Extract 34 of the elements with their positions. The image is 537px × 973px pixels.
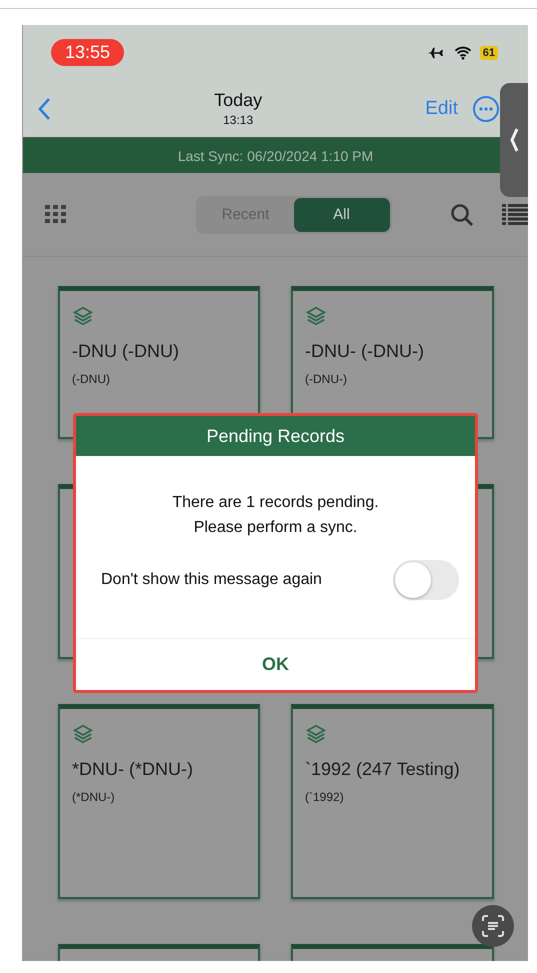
record-card[interactable]: *DNU- (*DNU-) (*DNU-) xyxy=(58,704,260,899)
layers-icon xyxy=(305,305,327,327)
dialog-message: There are 1 records pending. Please perform a sync. xyxy=(171,493,380,538)
layers-icon xyxy=(305,723,327,745)
card-title: -DNU- (-DNU-) xyxy=(305,341,425,362)
grid-icon[interactable] xyxy=(45,204,67,224)
back-icon[interactable] xyxy=(37,96,51,120)
dialog-title: Pending Records xyxy=(76,416,475,456)
last-sync-text: Last Sync: 06/20/2024 1:10 PM xyxy=(178,148,374,164)
more-icon[interactable] xyxy=(472,94,500,122)
scan-text-icon xyxy=(482,915,504,937)
layers-icon xyxy=(72,305,94,327)
card-title: *DNU- (*DNU-) xyxy=(72,759,194,780)
battery-level: 61 xyxy=(480,46,498,60)
toggle-switch[interactable] xyxy=(393,560,459,600)
toggle-label: Don't show this message again xyxy=(101,571,322,589)
card-title: `1992 (247 Testing) xyxy=(305,759,461,780)
search-icon[interactable] xyxy=(450,202,474,226)
layers-icon xyxy=(72,723,94,745)
card-subtitle: (-DNU-) xyxy=(305,372,348,386)
status-time: 13:55 xyxy=(51,39,124,66)
list-icon[interactable] xyxy=(502,204,528,226)
wifi-icon xyxy=(454,46,472,60)
card-subtitle: (`1992) xyxy=(305,790,345,804)
segment-tab[interactable]: All xyxy=(294,198,390,232)
scan-button[interactable] xyxy=(472,905,514,947)
nav-subtitle: 13:13 xyxy=(223,113,254,127)
card-subtitle: (*DNU-) xyxy=(72,790,116,804)
card-title: -DNU (-DNU) xyxy=(72,341,180,362)
chevron-left-icon xyxy=(509,127,519,153)
side-handle[interactable] xyxy=(500,83,528,197)
card-subtitle: (-DNU) xyxy=(72,372,111,386)
record-card[interactable]: `1992 (247 Testing) (`1992) xyxy=(291,704,494,899)
nav-title: Today xyxy=(214,90,262,111)
